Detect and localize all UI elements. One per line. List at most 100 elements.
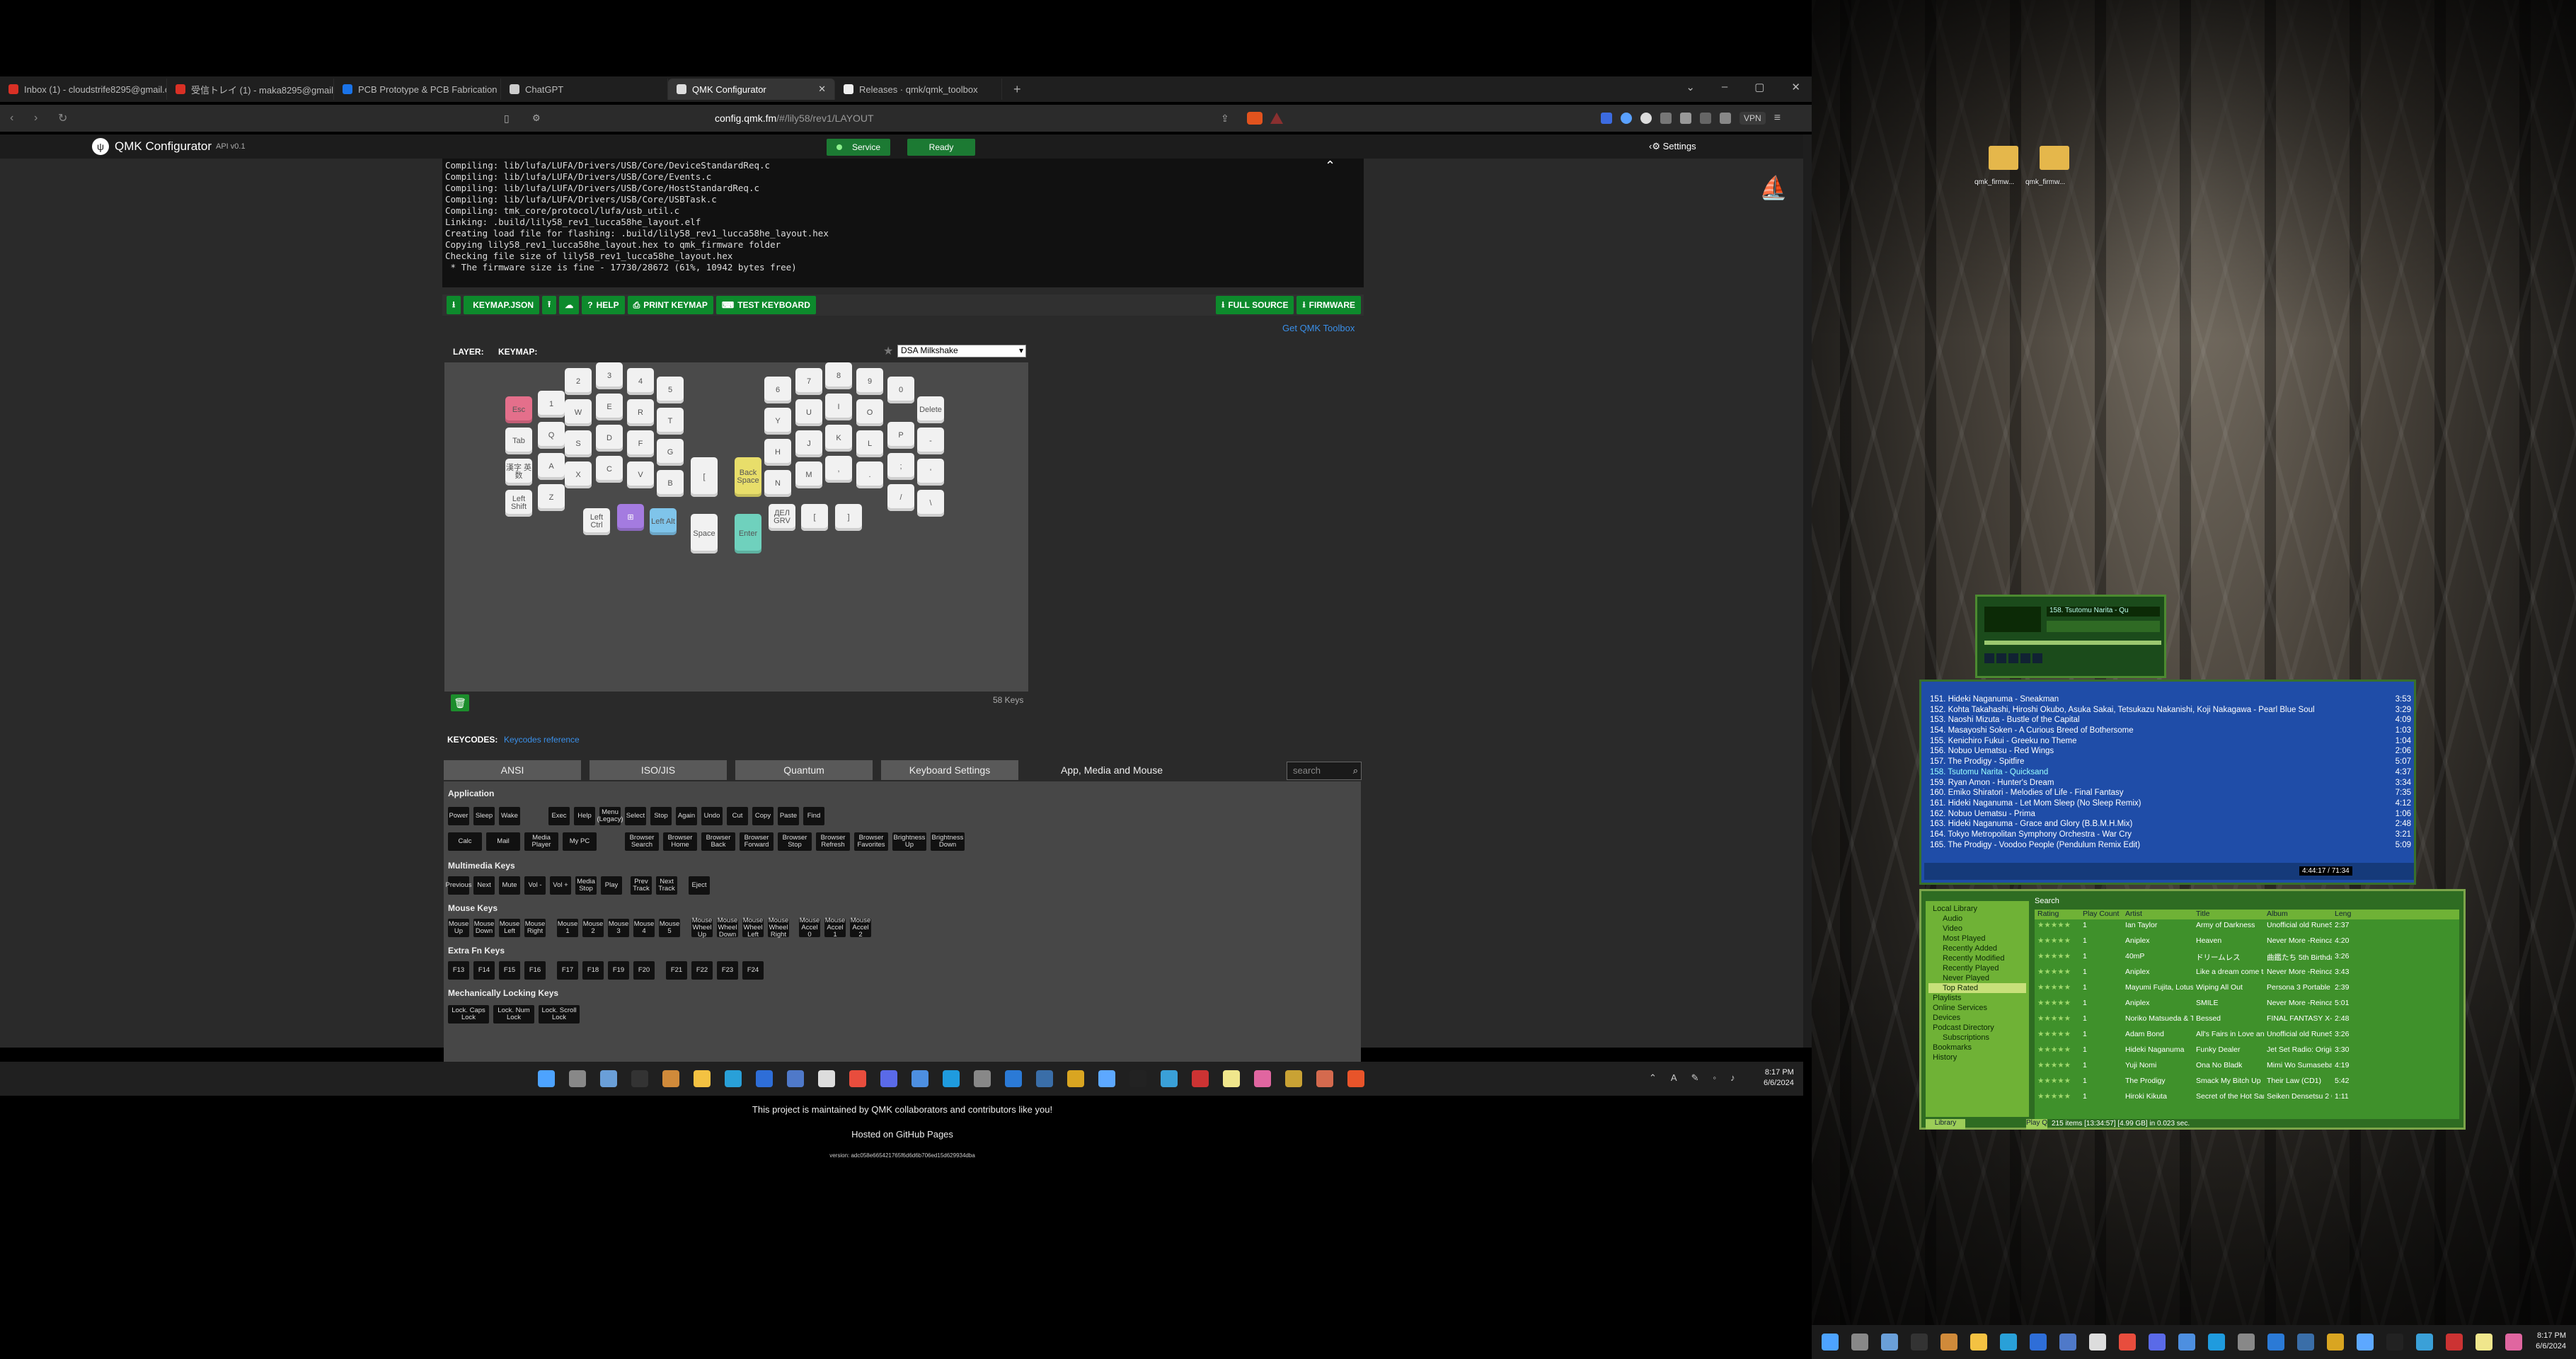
taskbar-app-icon[interactable] [912, 1070, 928, 1087]
tab-keyboard-settings[interactable]: Keyboard Settings [881, 760, 1018, 780]
library-row[interactable]: ★★★★★1 Aniplex Like a dream come tr...Neve… [2035, 968, 2459, 977]
taskbar-app-icon[interactable] [2030, 1334, 2047, 1351]
keycode-button[interactable]: Wake [499, 807, 520, 825]
key[interactable]: [ [801, 504, 828, 531]
share-icon[interactable]: ⇪ [1221, 113, 1229, 125]
keycode-button[interactable]: Browser Favorites [854, 832, 888, 851]
keycode-button[interactable]: Mouse Wheel Down [717, 917, 738, 939]
browser-tab[interactable]: Inbox (1) - cloudstrife8295@gmail.co [0, 79, 167, 100]
key[interactable]: . [856, 461, 883, 488]
keycode-button[interactable]: Prev Track [631, 876, 652, 895]
print-keymap-button[interactable]: ⎙ PRINT KEYMAP [627, 296, 713, 314]
page-scrollbar[interactable] [1803, 134, 1812, 1048]
keycode-button[interactable]: Select [625, 807, 646, 825]
keycode-button[interactable]: Media Player [524, 832, 558, 851]
keycode-button[interactable]: Exec [548, 807, 570, 825]
play-queue-tab[interactable]: Play Q [2026, 1119, 2047, 1129]
library-row[interactable]: ★★★★★1 Aniplex Heaven Never More -Reincarn.… [2035, 936, 2459, 946]
taskbar-app-icon[interactable] [600, 1070, 617, 1087]
keycode-button[interactable]: Browser Stop [778, 832, 812, 851]
keycode-button[interactable]: Next [473, 876, 495, 895]
key[interactable]: E [596, 394, 623, 420]
key[interactable]: ДЕЛ GRV [769, 504, 795, 531]
library-row[interactable]: ★★★★★ 1 Hideki Naganuma Funky Dealer Jet Set… [2035, 1045, 2459, 1055]
rating-stars[interactable]: ★★★★★ [2035, 1014, 2080, 1024]
keycode-button[interactable]: Mouse 1 [557, 919, 578, 937]
browser-tab[interactable]: 受信トレイ (1) - maka8295@gmail.co [167, 79, 334, 100]
rating-stars[interactable]: ★★★★★ [2035, 999, 2080, 1009]
key[interactable]: Esc [505, 396, 532, 423]
close-window-button[interactable]: ✕ [1791, 81, 1800, 93]
keycode-button[interactable]: Lock. Scroll Lock [539, 1005, 580, 1023]
library-tree-item[interactable]: Audio [1928, 914, 2026, 924]
taskbar-app-icon[interactable] [1970, 1334, 1987, 1351]
key[interactable]: G [657, 439, 684, 466]
key[interactable]: K [825, 425, 852, 452]
play-icon[interactable] [1996, 653, 2006, 663]
rating-stars[interactable]: ★★★★★ [2035, 1030, 2080, 1040]
taskbar-app-icon[interactable] [2476, 1334, 2492, 1351]
taskbar-app-icon[interactable] [818, 1070, 835, 1087]
playlist-row[interactable]: 153. Naoshi Mizuta - Bustle of the Capit… [1924, 715, 2414, 726]
keycode-button[interactable]: Again [676, 807, 697, 825]
playlist-row[interactable]: 152. Kohta Takahashi, Hiroshi Okubo, Asu… [1924, 705, 2414, 716]
taskbar-app-icon[interactable] [2446, 1334, 2463, 1351]
new-tab-button[interactable]: + [1013, 82, 1021, 97]
clock-secondary[interactable]: 8:17 PM 6/6/2024 [2536, 1331, 2566, 1352]
key[interactable]: M [795, 461, 822, 488]
keycode-button[interactable]: Media Stop [575, 876, 597, 895]
key[interactable]: X [565, 461, 592, 488]
taskbar-app-icon[interactable] [849, 1070, 866, 1087]
keycode-button[interactable]: Play [601, 876, 622, 895]
taskbar-app-icon[interactable] [1851, 1334, 1868, 1351]
key[interactable]: 9 [856, 368, 883, 395]
key[interactable]: 1 [538, 391, 565, 418]
library-row[interactable]: ★★★★★ 1 Noriko Matsueda & T... Bessed FINAL … [2035, 1014, 2459, 1024]
firmware-button[interactable]: ⭳ FIRMWARE [1296, 296, 1361, 314]
reload-icon[interactable]: ↻ [58, 111, 72, 125]
key[interactable]: 7 [795, 368, 822, 395]
key[interactable]: U [795, 399, 822, 426]
collapse-console-icon[interactable]: ⌃ [1325, 159, 1335, 173]
taskbar-app-icon[interactable] [1347, 1070, 1364, 1087]
key[interactable]: Space [691, 514, 718, 554]
playlist-row[interactable]: 162. Nobuo Uematsu - Prima 1:06 [1924, 809, 2414, 820]
key[interactable]: / [887, 484, 914, 511]
playlist-row[interactable]: 161. Hideki Naganuma - Let Mom Sleep (No… [1924, 798, 2414, 809]
settings-link[interactable]: ‹⚙ Settings [1649, 141, 1696, 152]
playlist-row[interactable]: 164. Tokyo Metropolitan Symphony Orchest… [1924, 830, 2414, 840]
keycode-button[interactable]: Mouse Accel 1 [824, 917, 846, 939]
site-info-icon[interactable]: ⚙ [532, 113, 541, 124]
folder-icon[interactable] [2040, 146, 2069, 170]
taskbar-app-icon[interactable] [2297, 1334, 2314, 1351]
taskbar-app-icon[interactable] [2505, 1334, 2522, 1351]
taskbar-app-icon[interactable] [725, 1070, 742, 1087]
taskbar-app-icon[interactable] [569, 1070, 586, 1087]
taskbar-app-icon[interactable] [1822, 1334, 1839, 1351]
key[interactable]: ' [917, 459, 944, 486]
taskbar-app-icon[interactable] [943, 1070, 960, 1087]
download-icon[interactable] [1680, 113, 1691, 124]
keycode-button[interactable]: Vol - [524, 876, 546, 895]
keycode-button[interactable]: Mouse 2 [582, 919, 604, 937]
keycode-button[interactable]: Mouse 5 [659, 919, 680, 937]
library-tree-item[interactable]: Recently Played [1928, 963, 2026, 973]
keycode-button[interactable]: Mouse Wheel Up [691, 917, 713, 939]
key[interactable]: Back Space [735, 457, 761, 497]
keycode-button[interactable]: Lock. Num Lock [493, 1005, 534, 1023]
key[interactable]: - [917, 428, 944, 454]
keycode-button[interactable]: Mail [486, 832, 520, 851]
sidebar-icon[interactable] [1700, 113, 1711, 124]
taskbar-app-icon[interactable] [2149, 1334, 2166, 1351]
cloud-button[interactable]: ☁ [559, 296, 580, 314]
puzzle-icon[interactable] [1660, 113, 1672, 124]
keycode-button[interactable]: Find [803, 807, 824, 825]
library-tree-item[interactable]: Playlists [1928, 993, 2026, 1003]
key[interactable]: S [565, 430, 592, 457]
taskbar-app-icon[interactable] [787, 1070, 804, 1087]
library-row[interactable]: ★★★★★ 1 Yuji Nomi Ona No Bladk Mimi Wo Sumas… [2035, 1061, 2459, 1071]
keycode-button[interactable]: Mouse Left [499, 919, 520, 937]
tab-app-media-and-mouse[interactable]: App, Media and Mouse [1027, 760, 1197, 780]
extension-icon[interactable] [1640, 113, 1652, 124]
keycode-button[interactable]: Sleep [473, 807, 495, 825]
